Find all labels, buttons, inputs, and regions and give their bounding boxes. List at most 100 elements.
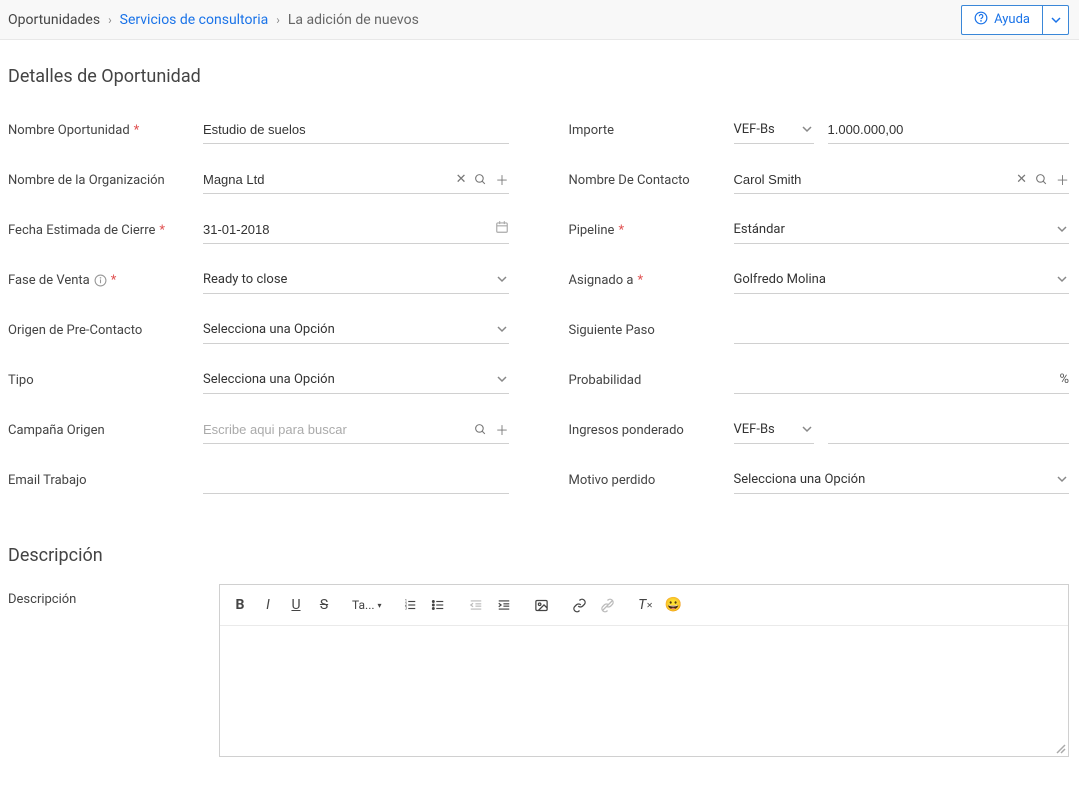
help-dropdown[interactable] [1043, 5, 1069, 35]
row-assigned-to: Asignado a * Golfredo Molina [569, 255, 1070, 305]
top-actions: Ayuda [961, 5, 1069, 35]
search-icon[interactable] [474, 423, 487, 436]
chevron-right-icon: › [108, 13, 112, 27]
required-marker: * [111, 273, 117, 288]
required-marker: * [637, 273, 643, 288]
search-icon[interactable] [474, 173, 487, 186]
clear-format-button[interactable]: T✕ [632, 591, 660, 619]
emoji-button[interactable]: 😀 [660, 591, 688, 619]
image-button[interactable] [528, 591, 556, 619]
rich-text-editor: B I U S Ta... ▾ 123 [219, 584, 1069, 757]
section-details-title: Detalles de Oportunidad [8, 66, 1069, 87]
strikethrough-button[interactable]: S [310, 591, 338, 619]
next-step-input[interactable] [734, 316, 1070, 344]
label-work-email: Email Trabajo [8, 473, 203, 488]
chevron-down-icon [802, 424, 812, 434]
info-icon[interactable] [94, 274, 107, 287]
type-select[interactable]: Selecciona una Opción [203, 366, 509, 394]
sales-stage-select[interactable]: Ready to close [203, 266, 509, 294]
assigned-to-select[interactable]: Golfredo Molina [734, 266, 1070, 294]
label-next-step: Siguiente Paso [569, 323, 734, 338]
editor-body[interactable] [220, 626, 1068, 756]
row-next-step: Siguiente Paso [569, 305, 1070, 355]
percent-suffix: % [1059, 372, 1069, 387]
label-probability: Probabilidad [569, 373, 734, 388]
label-close-date: Fecha Estimada de Cierre * [8, 223, 203, 238]
indent-button[interactable] [490, 591, 518, 619]
label-type: Tipo [8, 373, 203, 388]
unlink-button[interactable] [594, 591, 622, 619]
lead-source-select[interactable]: Selecciona una Opción [203, 316, 509, 344]
lost-reason-select[interactable]: Selecciona una Opción [734, 466, 1070, 494]
campaign-input[interactable] [203, 416, 509, 444]
chevron-right-icon: › [276, 13, 280, 27]
underline-button[interactable]: U [282, 591, 310, 619]
row-lead-source: Origen de Pre-Contacto Selecciona una Op… [8, 305, 509, 355]
amount-currency-select[interactable]: VEF-Bs [734, 116, 814, 144]
clear-icon[interactable]: ✕ [456, 172, 467, 187]
clear-icon[interactable]: ✕ [1016, 172, 1027, 187]
chevron-down-icon [497, 274, 507, 284]
label-campaign: Campaña Origen [8, 423, 203, 438]
chevron-down-icon [497, 324, 507, 334]
plus-icon[interactable]: ＋ [495, 420, 508, 439]
italic-button[interactable]: I [254, 591, 282, 619]
bold-button[interactable]: B [226, 591, 254, 619]
plus-icon[interactable]: ＋ [1056, 170, 1069, 189]
section-description-title: Descripción [8, 545, 1069, 566]
row-work-email: Email Trabajo [8, 455, 509, 505]
editor-toolbar: B I U S Ta... ▾ 123 [220, 585, 1068, 626]
close-date-input[interactable] [203, 216, 509, 244]
help-icon [974, 11, 988, 29]
row-lost-reason: Motivo perdido Selecciona una Opción [569, 455, 1070, 505]
help-button[interactable]: Ayuda [961, 5, 1043, 35]
ordered-list-button[interactable]: 123 [396, 591, 424, 619]
breadcrumb-root[interactable]: Oportunidades [8, 12, 100, 28]
font-family-button[interactable]: Ta... ▾ [348, 591, 386, 619]
unordered-list-button[interactable] [424, 591, 452, 619]
resize-handle-icon[interactable] [1054, 742, 1066, 754]
label-pipeline: Pipeline * [569, 223, 734, 238]
weighted-currency-select[interactable]: VEF-Bs [734, 416, 814, 444]
chevron-down-icon [1057, 274, 1067, 284]
pipeline-select[interactable]: Estándar [734, 216, 1070, 244]
label-sales-stage: Fase de Venta * [8, 273, 203, 288]
calendar-icon[interactable] [495, 220, 509, 234]
label-assigned-to: Asignado a * [569, 273, 734, 288]
opp-name-input[interactable] [203, 116, 509, 144]
required-marker: * [618, 223, 624, 238]
row-sales-stage: Fase de Venta * Ready to close [8, 255, 509, 305]
chevron-down-icon [1057, 474, 1067, 484]
link-button[interactable] [566, 591, 594, 619]
row-type: Tipo Selecciona una Opción [8, 355, 509, 405]
description-grid: Descripción B I U S Ta... ▾ 123 [8, 584, 1069, 757]
row-amount: Importe VEF-Bs [569, 105, 1070, 155]
breadcrumb-link[interactable]: Servicios de consultoria [120, 12, 269, 28]
svg-text:3: 3 [404, 606, 407, 611]
label-weighted-revenue: Ingresos ponderado [569, 423, 734, 438]
search-icon[interactable] [1035, 173, 1048, 186]
row-opp-name: Nombre Oportunidad * [8, 105, 509, 155]
row-contact-name: Nombre De Contacto ✕ ＋ [569, 155, 1070, 205]
amount-input[interactable] [828, 116, 1070, 144]
row-close-date: Fecha Estimada de Cierre * [8, 205, 509, 255]
form-grid: Nombre Oportunidad * Importe VEF-Bs [8, 105, 1069, 505]
label-lead-source: Origen de Pre-Contacto [8, 323, 203, 338]
breadcrumb-current: La adición de nuevos [288, 12, 419, 28]
probability-input[interactable] [734, 366, 1070, 394]
label-lost-reason: Motivo perdido [569, 473, 734, 488]
topbar: Oportunidades › Servicios de consultoria… [0, 0, 1079, 40]
row-org-name: Nombre de la Organización ✕ ＋ [8, 155, 509, 205]
label-opp-name: Nombre Oportunidad * [8, 123, 203, 138]
row-probability: Probabilidad % [569, 355, 1070, 405]
content: Detalles de Oportunidad Nombre Oportunid… [0, 40, 1079, 787]
work-email-input[interactable] [203, 466, 509, 494]
plus-icon[interactable]: ＋ [495, 170, 508, 189]
chevron-down-icon [802, 124, 812, 134]
row-weighted-revenue: Ingresos ponderado VEF-Bs [569, 405, 1070, 455]
help-label: Ayuda [994, 12, 1030, 27]
chevron-down-icon [497, 374, 507, 384]
weighted-value-input[interactable] [828, 416, 1070, 444]
row-pipeline: Pipeline * Estándar [569, 205, 1070, 255]
outdent-button[interactable] [462, 591, 490, 619]
